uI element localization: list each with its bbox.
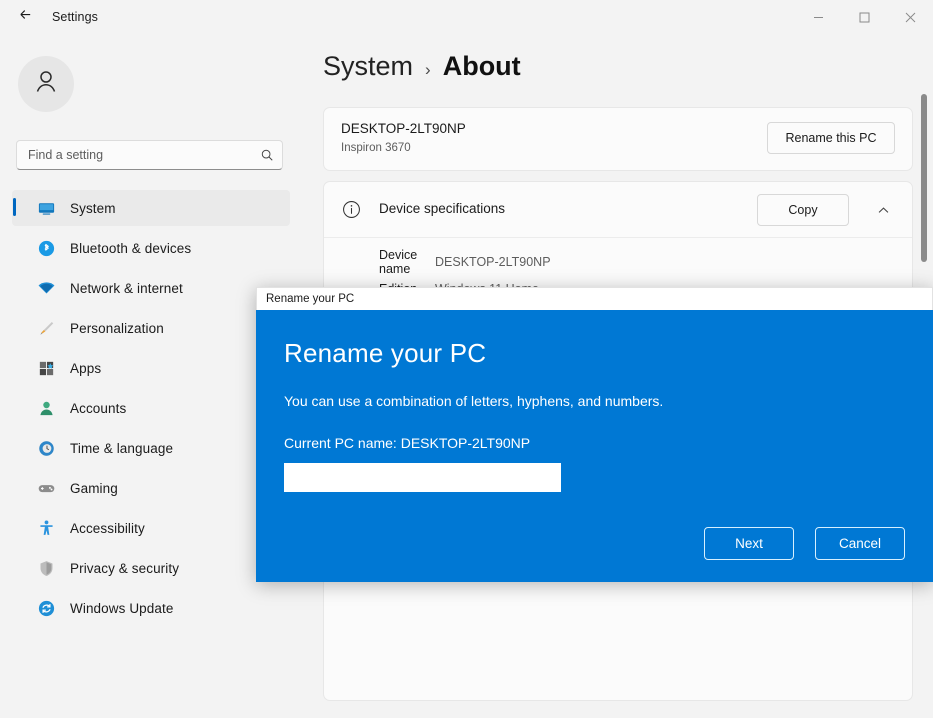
breadcrumb-separator-icon: › [425,60,431,80]
chevron-up-icon[interactable] [868,196,898,224]
back-button[interactable] [8,2,42,32]
sidebar-item-accounts[interactable]: Accounts [12,390,290,426]
search-box[interactable] [16,140,283,170]
paintbrush-icon [36,318,56,338]
breadcrumb-parent[interactable]: System [323,51,413,82]
sidebar-item-label: System [70,201,116,216]
avatar-wrapper[interactable] [18,56,74,112]
sidebar-item-apps[interactable]: Apps [12,350,290,386]
system-monitor-icon [36,198,56,218]
sidebar-item-privacy-security[interactable]: Privacy & security [12,550,290,586]
sidebar-item-windows-update[interactable]: Windows Update [12,590,290,626]
sidebar-item-network-internet[interactable]: Network & internet [12,270,290,306]
device-card: DESKTOP-2LT90NP Inspiron 3670 Rename thi… [323,107,913,171]
sidebar-item-label: Personalization [70,321,164,336]
sidebar-item-label: Gaming [70,481,118,496]
sidebar-item-label: Bluetooth & devices [70,241,191,256]
sidebar-item-bluetooth-devices[interactable]: Bluetooth & devices [12,230,290,266]
device-model-label: Inspiron 3670 [341,142,411,154]
sidebar-item-label: Apps [70,361,101,376]
copy-button[interactable]: Copy [757,194,849,226]
dialog-titlebar: Rename your PC [256,287,933,310]
table-row: Device name DESKTOP-2LT90NP [324,248,912,275]
sidebar-item-label: Network & internet [70,281,183,296]
avatar[interactable] [18,56,74,112]
sidebar-item-label: Windows Update [70,601,173,616]
new-pc-name-input[interactable] [284,463,561,492]
back-arrow-icon [18,7,33,27]
window-title: Settings [52,10,98,24]
breadcrumb: System › About [323,51,521,82]
refresh-circle-icon [36,598,56,618]
person-icon [36,398,56,418]
scrollbar-thumb[interactable] [921,94,927,262]
sidebar-item-label: Privacy & security [70,561,179,576]
spec-key: Device name [324,248,435,276]
settings-window: Settings [0,0,933,718]
accessibility-person-icon [36,518,56,538]
wifi-icon [36,278,56,298]
rename-pc-dialog: Rename your PC Rename your PC You can us… [256,287,933,582]
search-input[interactable] [28,148,260,162]
info-circle-icon [341,199,362,225]
next-button[interactable]: Next [704,527,794,560]
bluetooth-icon [36,238,56,258]
device-specifications-title: Device specifications [379,201,505,216]
dialog-heading: Rename your PC [284,338,905,369]
spec-value: DESKTOP-2LT90NP [435,255,551,269]
maximize-button[interactable] [841,0,887,34]
page-title: About [443,51,521,82]
sidebar-item-label: Time & language [70,441,173,456]
dialog-body: Rename your PC You can use a combination… [256,310,933,582]
window-controls [795,0,933,34]
dialog-titlebar-label: Rename your PC [266,293,354,305]
sidebar-item-label: Accessibility [70,521,145,536]
sidebar-item-personalization[interactable]: Personalization [12,310,290,346]
sidebar-item-time-language[interactable]: Time & language [12,430,290,466]
close-button[interactable] [887,0,933,34]
minimize-button[interactable] [795,0,841,34]
sidebar-item-system[interactable]: System [12,190,290,226]
window-titlebar: Settings [0,0,933,34]
sidebar-item-gaming[interactable]: Gaming [12,470,290,506]
sidebar-nav: System Bluetooth & devices [12,190,290,630]
search-icon[interactable] [260,148,274,162]
user-avatar-icon [31,67,61,102]
device-specifications-header[interactable]: Device specifications Copy [324,182,912,238]
shield-icon [36,558,56,578]
apps-grid-icon [36,358,56,378]
sidebar-item-label: Accounts [70,401,126,416]
clock-globe-icon [36,438,56,458]
rename-this-pc-button[interactable]: Rename this PC [767,122,895,154]
dialog-description: You can use a combination of letters, hy… [284,393,905,409]
cancel-button[interactable]: Cancel [815,527,905,560]
gamepad-icon [36,478,56,498]
dialog-actions: Next Cancel [704,527,905,560]
device-name-heading: DESKTOP-2LT90NP [341,121,466,136]
sidebar-item-accessibility[interactable]: Accessibility [12,510,290,546]
current-pc-name-label: Current PC name: DESKTOP-2LT90NP [284,435,905,451]
